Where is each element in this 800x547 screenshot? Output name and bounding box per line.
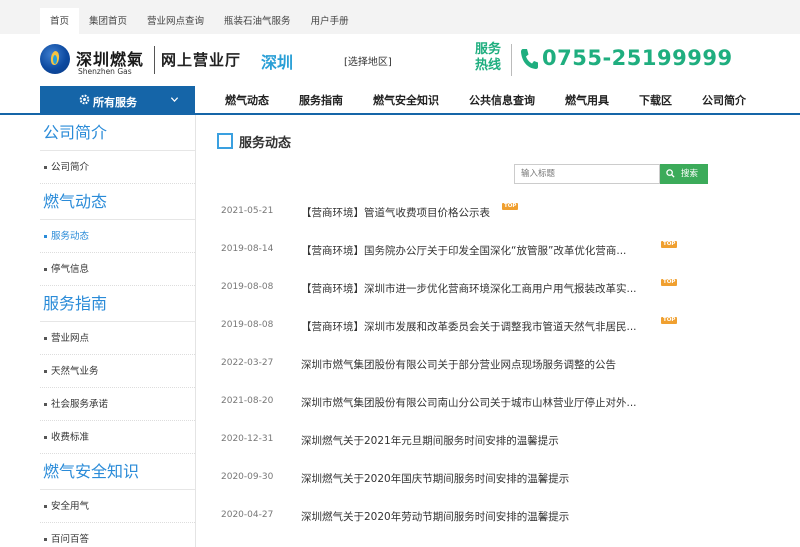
hotline-label: 服务热线 [475,42,502,73]
sidebar-item-label: 收费标准 [51,432,90,443]
news-list: 2021-05-21 【营商环境】管道气收费项目价格公示表 TOP 2019-0… [215,197,715,539]
site-header: 深圳燃氣 Shenzhen Gas 网上营业厅 深圳 [选择地区] 服务热线 0… [0,34,800,86]
sidebar-item-service-news[interactable]: 服务动态 [40,220,195,253]
news-date: 2020-04-27 [221,510,274,520]
sidebar-item-label: 停气信息 [51,264,90,275]
search-button-label: 搜索 [681,169,699,179]
topnav-branch-search[interactable]: 营业网点查询 [137,8,214,34]
news-title-link[interactable]: 深圳燃气关于2020年国庆节期间服务时间安排的温馨提示 [301,471,569,486]
news-title-link[interactable]: 深圳市燃气集团股份有限公司关于部分营业网点现场服务调整的公告 [301,357,616,372]
top-nav: 首页 集团首页 营业网点查询 瓶装石油气服务 用户手册 [40,8,359,34]
hotline-number[interactable]: 0755-25199999 [542,46,733,70]
search-icon [666,169,675,178]
topnav-bottled-lpg[interactable]: 瓶装石油气服务 [214,8,301,34]
sidebar-item-service-commitment[interactable]: 社会服务承诺 [40,388,195,421]
search-input[interactable] [514,164,660,184]
news-title-link[interactable]: 深圳市燃气集团股份有限公司南山分公司关于城市山林营业厅停止对外... [301,395,637,410]
sidebar-item-company-profile[interactable]: 公司简介 [40,151,195,184]
sidebar-item-faq[interactable]: 百问百答 [40,523,195,547]
list-item[interactable]: 2020-09-30 深圳燃气关于2020年国庆节期间服务时间安排的温馨提示 [215,463,715,501]
nav-downloads[interactable]: 下载区 [624,86,687,115]
sidebar-item-label: 营业网点 [51,333,90,344]
news-date: 2022-03-27 [221,358,274,368]
news-title-link[interactable]: 深圳燃气关于2020年劳动节期间服务时间安排的温馨提示 [301,509,569,524]
news-title-link[interactable]: 【营商环境】管道气收费项目价格公示表 [301,205,490,220]
top-utility-bar: 首页 集团首页 营业网点查询 瓶装石油气服务 用户手册 [0,0,800,34]
nav-public-info[interactable]: 公共信息查询 [454,86,550,115]
topnav-home[interactable]: 首页 [40,8,80,34]
news-date: 2021-05-21 [221,206,274,216]
news-date: 2020-09-30 [221,472,274,482]
list-item[interactable]: 2021-08-20 深圳市燃气集团股份有限公司南山分公司关于城市山林营业厅停止… [215,387,715,425]
list-item[interactable]: 2020-04-27 深圳燃气关于2020年劳动节期间服务时间安排的温馨提示 [215,501,715,539]
news-date: 2019-08-14 [221,244,274,254]
list-item[interactable]: 2020-12-31 深圳燃气关于2021年元旦期间服务时间安排的温馨提示 [215,425,715,463]
news-date: 2021-08-20 [221,396,274,406]
list-item[interactable]: 2019-08-08 【营商环境】深圳市进一步优化营商环境深化工商用户用气报装改… [215,273,715,311]
sidebar: 公司简介 公司简介 燃气动态 服务动态 停气信息 服务指南 营业网点 天然气业务… [40,115,196,547]
list-item[interactable]: 2022-03-27 深圳市燃气集团股份有限公司关于部分营业网点现场服务调整的公… [215,349,715,387]
sidebar-item-outage-info[interactable]: 停气信息 [40,253,195,286]
news-title-link[interactable]: 深圳燃气关于2021年元旦期间服务时间安排的温馨提示 [301,433,559,448]
all-services-button[interactable]: 所有服务 [40,86,195,115]
sidebar-item-label: 天然气业务 [51,366,99,377]
top-badge: TOP [661,241,678,248]
logo-english: Shenzhen Gas [78,67,132,76]
sidebar-item-label: 百问百答 [51,534,90,545]
section-square-icon [217,133,233,149]
sidebar-item-fee-standard[interactable]: 收费标准 [40,421,195,454]
list-item[interactable]: 2019-08-14 【营商环境】国务院办公厅关于印发全国深化“放管服”改革优化… [215,235,715,273]
gear-icon [79,94,90,105]
news-date: 2019-08-08 [221,320,274,330]
logo-divider [154,46,155,74]
sidebar-item-label: 安全用气 [51,501,90,512]
top-badge: TOP [661,279,678,286]
online-hall-title: 网上营业厅 [161,51,242,69]
sidebar-item-label: 服务动态 [51,231,90,242]
main-content: 服务动态 搜索 2021-05-21 【营商环境】管道气收费项目价格公示表 TO… [215,115,800,547]
top-badge: TOP [502,203,519,210]
phone-icon [521,49,538,69]
news-date: 2020-12-31 [221,434,274,444]
all-services-label: 所有服务 [93,96,137,109]
page-title: 服务动态 [239,136,292,151]
news-title-link[interactable]: 【营商环境】深圳市进一步优化营商环境深化工商用户用气报装改革实... [301,281,637,296]
nav-gas-safety[interactable]: 燃气安全知识 [358,86,454,115]
sidebar-heading-gas-safety[interactable]: 燃气安全知识 [40,454,195,490]
sidebar-heading-service-guide[interactable]: 服务指南 [40,286,195,322]
topnav-user-manual[interactable]: 用户手册 [301,8,359,34]
nav-service-guide[interactable]: 服务指南 [284,86,358,115]
sidebar-heading-gas-news[interactable]: 燃气动态 [40,184,195,220]
nav-gas-appliances[interactable]: 燃气用具 [550,86,624,115]
news-date: 2019-08-08 [221,282,274,292]
nav-company-profile[interactable]: 公司简介 [687,86,761,115]
list-item[interactable]: 2021-05-21 【营商环境】管道气收费项目价格公示表 TOP [215,197,715,235]
select-region-link[interactable]: [选择地区] [344,53,392,68]
nav-gas-news[interactable]: 燃气动态 [210,86,284,115]
main-nav: 所有服务 燃气动态 服务指南 燃气安全知识 公共信息查询 燃气用具 下载区 公司… [0,86,800,115]
hotline-divider [511,44,512,76]
current-city: 深圳 [261,53,294,72]
sidebar-item-label: 公司简介 [51,162,90,173]
chevron-down-icon [170,97,179,103]
topnav-group-home[interactable]: 集团首页 [79,8,137,34]
sidebar-item-natural-gas[interactable]: 天然气业务 [40,355,195,388]
sidebar-heading-company[interactable]: 公司简介 [40,115,195,151]
sidebar-item-safe-usage[interactable]: 安全用气 [40,490,195,523]
news-title-link[interactable]: 【营商环境】深圳市发展和改革委员会关于调整我市管道天然气非居民... [301,319,637,334]
list-item[interactable]: 2019-08-08 【营商环境】深圳市发展和改革委员会关于调整我市管道天然气非… [215,311,715,349]
sidebar-item-branches[interactable]: 营业网点 [40,322,195,355]
top-badge: TOP [661,317,678,324]
main-nav-links: 燃气动态 服务指南 燃气安全知识 公共信息查询 燃气用具 下载区 公司简介 [210,86,761,115]
sidebar-item-label: 社会服务承诺 [51,399,109,410]
search-button[interactable]: 搜索 [660,164,708,184]
logo-flame-icon[interactable] [40,44,70,74]
news-title-link[interactable]: 【营商环境】国务院办公厅关于印发全国深化“放管服”改革优化营商... [301,243,626,258]
